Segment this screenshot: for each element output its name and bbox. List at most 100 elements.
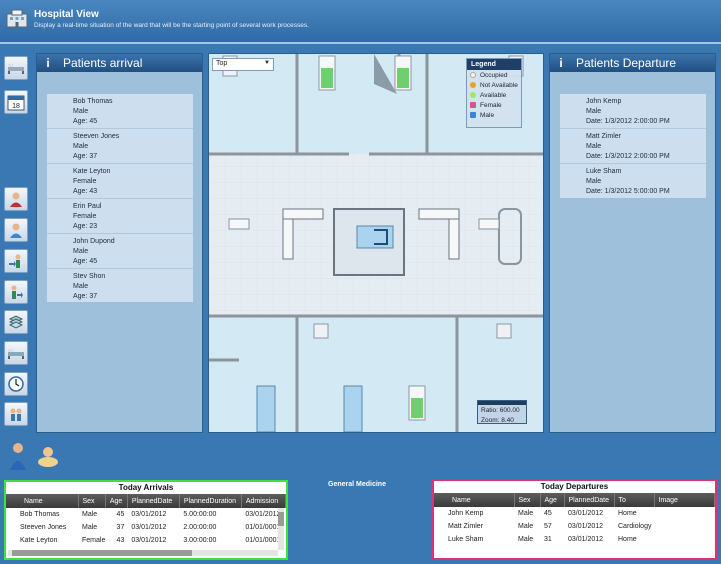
list-item[interactable]: Stev Shon Male Age: 37 — [47, 269, 193, 304]
doctor-button[interactable] — [4, 187, 28, 211]
patients-departure-header: i Patients Departure — [550, 54, 715, 72]
calendar-button[interactable]: 18 — [4, 90, 28, 114]
transfer-in-icon — [9, 254, 21, 268]
column-header[interactable]: PlannedDuration — [179, 494, 242, 508]
baby-icon[interactable] — [36, 446, 60, 468]
cell-planned-duration: 2.00:00:00 — [183, 524, 217, 531]
calendar-icon: 18 — [7, 95, 25, 111]
patients-arrival-title: Patients arrival — [63, 56, 143, 70]
patient-name: Matt Zimler — [586, 133, 621, 140]
legend-label: Occupied — [480, 71, 508, 79]
nurse-button[interactable] — [4, 218, 28, 242]
patient-gender: Male — [73, 283, 89, 290]
cell-planned-date: 03/01/2012 — [131, 537, 167, 544]
occupied-dot-icon — [470, 72, 476, 78]
table-row[interactable]: Luke Sham Male 31 03/01/2012 Home — [434, 533, 715, 546]
cell-name: John Kemp — [448, 510, 484, 517]
view-select[interactable]: Top ▼ — [212, 58, 274, 71]
list-item[interactable]: Bob Thomas Male Age: 45 — [47, 94, 193, 129]
table-row[interactable]: Matt Zimler Male 57 03/01/2012 Cardiolog… — [434, 520, 715, 533]
column-header[interactable]: Sex — [78, 494, 106, 508]
cell-sex: Male — [82, 524, 98, 531]
patient-name: John Dupond — [73, 238, 115, 245]
chevron-down-icon: ▼ — [264, 60, 270, 66]
bed-button[interactable] — [4, 56, 28, 80]
list-item[interactable]: John Kemp Male Date: 1/3/2012 2:00:00 PM — [560, 94, 706, 129]
column-header[interactable]: Age — [540, 493, 565, 507]
legend-item: Available — [467, 90, 521, 100]
today-departures-grid: Today Departures Name Sex Age PlannedDat… — [432, 479, 717, 560]
list-item[interactable]: Kate Leyton Female Age: 43 — [47, 164, 193, 199]
patient-gender: Female — [73, 213, 97, 220]
column-header[interactable]: PlannedDate — [127, 494, 180, 508]
info-icon: i — [46, 56, 50, 70]
column-header[interactable]: Name — [434, 493, 515, 507]
info-icon: i — [559, 56, 563, 70]
column-header[interactable]: Admission — [241, 494, 287, 508]
list-item[interactable]: Matt Zimler Male Date: 1/3/2012 2:00:00 … — [560, 129, 706, 164]
page-title: Hospital View — [34, 9, 99, 20]
today-arrivals-table: Name Sex Age PlannedDate PlannedDuration… — [6, 494, 287, 547]
cell-name: Kate Leyton — [20, 537, 58, 544]
patient-date: Date: 1/3/2012 2:00:00 PM — [586, 153, 670, 160]
column-header[interactable]: PlannedDate — [564, 493, 615, 507]
cell-age: 31 — [544, 536, 552, 543]
patient-name: Erin Paul — [73, 203, 102, 210]
cell-name: Steeven Jones — [20, 524, 67, 531]
horizontal-scrollbar[interactable] — [8, 550, 278, 556]
column-header[interactable]: Image — [654, 493, 715, 507]
column-header[interactable]: Sex — [514, 493, 541, 507]
patients-departure-panel: i Patients Departure John Kemp Male Date… — [549, 53, 716, 433]
staff-icon — [10, 408, 22, 421]
list-item[interactable]: Luke Sham Male Date: 1/3/2012 5:00:00 PM — [560, 164, 706, 199]
bed-list-button[interactable] — [4, 341, 28, 365]
cell-age: 45 — [116, 511, 125, 518]
table-row[interactable]: Steeven Jones Male 37 03/01/2012 2.00:00… — [6, 521, 286, 534]
cell-planned-date: 03/01/2012 — [568, 536, 604, 543]
scrollbar-thumb[interactable] — [12, 550, 192, 556]
patient-name: John Kemp — [586, 98, 622, 105]
patient-date: Date: 1/3/2012 2:00:00 PM — [586, 118, 670, 125]
zoom-info: Ratio: 600.00 Zoom: 8.40 — [477, 400, 527, 424]
layers-button[interactable] — [4, 310, 28, 334]
cell-sex: Male — [518, 536, 534, 543]
transfer-in-button[interactable] — [4, 249, 28, 273]
list-item[interactable]: Steeven Jones Male Age: 37 — [47, 129, 193, 164]
floor-plan-map[interactable]: Top ▼ Legend Occupied Not Available Avai… — [208, 53, 544, 433]
cell-age: 43 — [116, 537, 125, 544]
legend-label: Not Available — [480, 81, 518, 89]
clock-button[interactable] — [4, 372, 28, 396]
legend-item: Occupied — [467, 70, 521, 80]
patient-gender: Male — [73, 143, 89, 150]
patient-age: Age: 37 — [73, 153, 98, 160]
table-row[interactable]: Kate Leyton Female 43 03/01/2012 3.00:00… — [6, 534, 286, 547]
today-departures-table: Name Sex Age PlannedDate To Image John K… — [434, 493, 715, 546]
table-row[interactable]: Bob Thomas Male 45 03/01/2012 5.00:00:00… — [6, 508, 286, 521]
hospital-building-icon — [6, 9, 28, 28]
bed-icon — [8, 64, 24, 74]
column-header[interactable]: Name — [6, 494, 79, 508]
patient-name: Steeven Jones — [73, 133, 120, 140]
legend-label: Male — [480, 111, 495, 119]
column-header[interactable]: Age — [105, 494, 128, 508]
today-arrivals-title: Today Arrivals — [6, 482, 286, 494]
visitor-icon[interactable] — [8, 442, 28, 470]
patient-gender: Male — [73, 108, 89, 115]
view-select-value: Top — [216, 60, 228, 67]
vertical-scrollbar[interactable] — [278, 508, 284, 550]
department-label: General Medicine — [328, 481, 386, 488]
cell-age: 57 — [544, 523, 552, 530]
cell-name: Matt Zimler — [448, 523, 483, 530]
transfer-out-button[interactable] — [4, 280, 28, 304]
staff-button[interactable] — [4, 402, 28, 426]
cell-name: Bob Thomas — [20, 511, 60, 518]
patient-gender: Male — [586, 108, 602, 115]
column-header[interactable]: To — [614, 493, 655, 507]
bed-list-icon — [8, 349, 24, 359]
cell-planned-date: 03/01/2012 — [568, 523, 604, 530]
list-item[interactable]: Erin Paul Female Age: 23 — [47, 199, 193, 234]
list-item[interactable]: John Dupond Male Age: 45 — [47, 234, 193, 269]
cell-planned-date: 03/01/2012 — [131, 524, 167, 531]
table-row[interactable]: John Kemp Male 45 03/01/2012 Home — [434, 507, 715, 520]
scrollbar-thumb[interactable] — [278, 512, 284, 526]
